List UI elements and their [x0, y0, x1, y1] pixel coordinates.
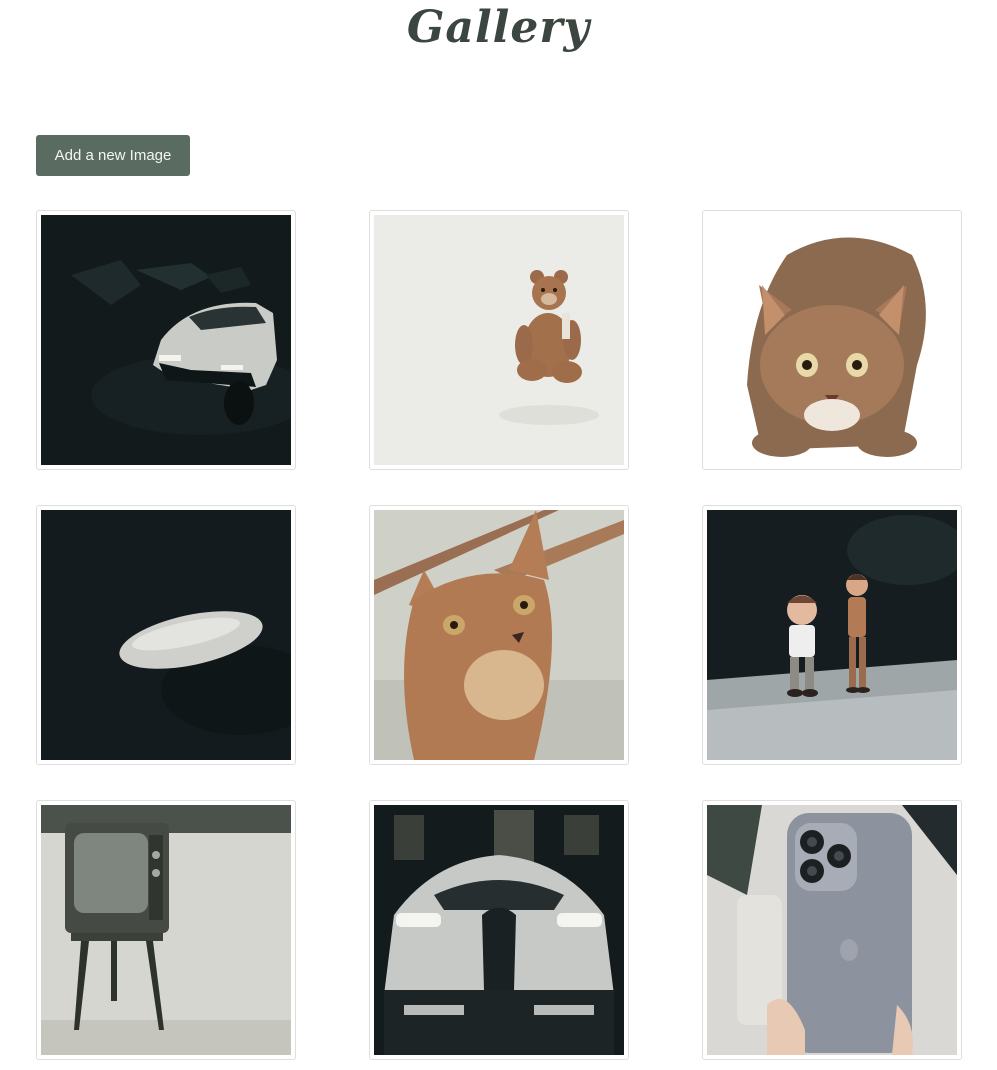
image-gallery [36, 210, 963, 1060]
smartphone-image [707, 805, 957, 1055]
car-dark-garage-image [41, 215, 291, 465]
gallery-image-card[interactable] [36, 505, 296, 765]
gallery-image-card[interactable] [702, 505, 962, 765]
computer-mouse-image [41, 510, 291, 760]
gallery-image-card[interactable] [369, 505, 629, 765]
toy-figurines-image [707, 510, 957, 760]
cat-crouching-image [707, 215, 957, 465]
retro-tv-image [41, 805, 291, 1055]
gallery-image-card[interactable] [369, 800, 629, 1060]
gallery-image-card[interactable] [36, 800, 296, 1060]
gallery-image-card[interactable] [369, 210, 629, 470]
add-new-image-button[interactable]: Add a new Image [36, 135, 190, 176]
sports-car-image [374, 805, 624, 1055]
page-title: Gallery [406, 2, 591, 53]
gallery-image-card[interactable] [702, 210, 962, 470]
gallery-image-card[interactable] [702, 800, 962, 1060]
cat-portrait-image [374, 510, 624, 760]
teddy-bear-image [374, 215, 624, 465]
gallery-image-card[interactable] [36, 210, 296, 470]
